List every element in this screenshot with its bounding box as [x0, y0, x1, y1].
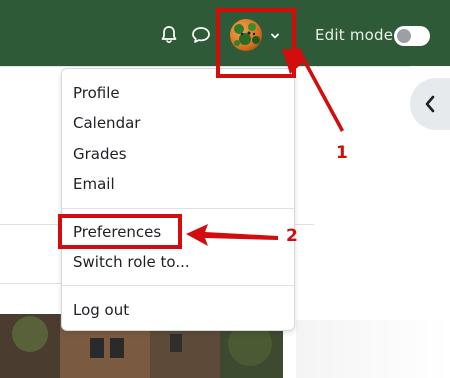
step-number-2: 2: [286, 226, 298, 246]
step-number-1: 1: [336, 143, 348, 163]
annotation-arrows: [186, 48, 344, 246]
arrow-2: [186, 224, 278, 246]
